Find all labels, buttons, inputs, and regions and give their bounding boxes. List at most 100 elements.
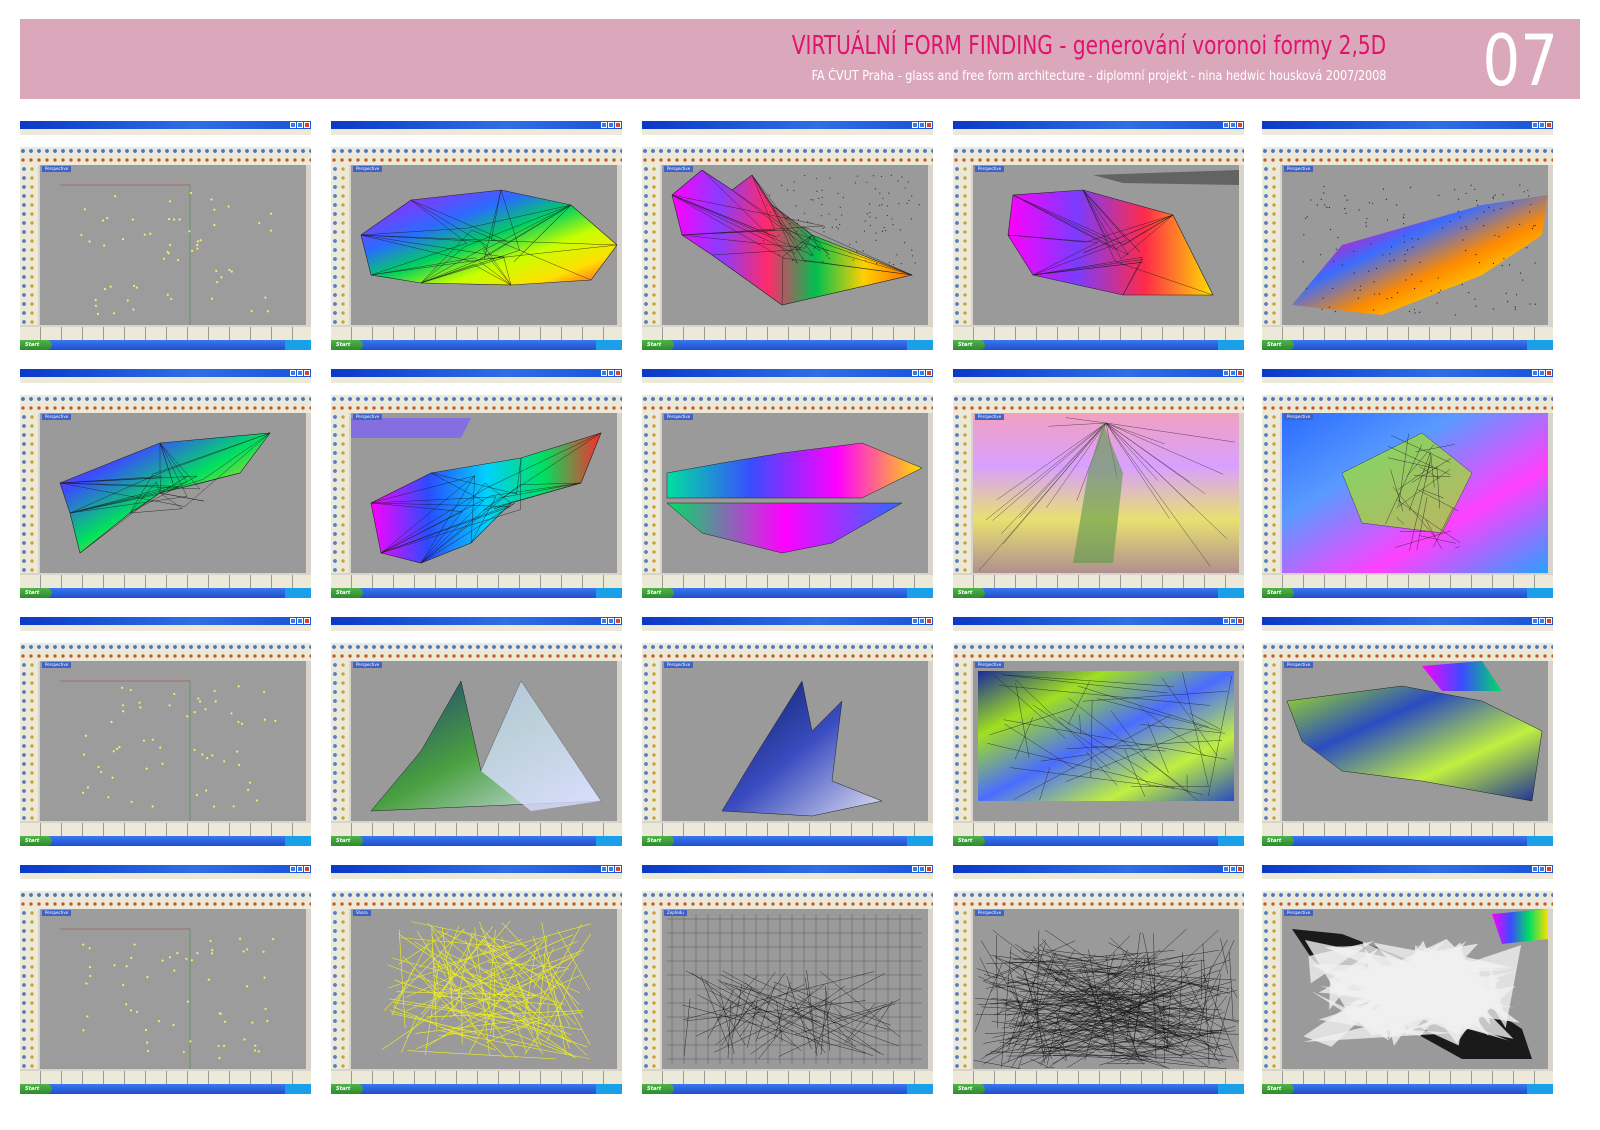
toolbar-icons bbox=[642, 147, 933, 165]
maximize-icon bbox=[919, 122, 925, 128]
start-button: Start bbox=[20, 340, 52, 350]
viewport: Perspective bbox=[973, 661, 1239, 821]
maximize-icon bbox=[919, 866, 925, 872]
maximize-icon bbox=[608, 866, 614, 872]
rhino-screenshot: Perspective Start bbox=[642, 121, 933, 350]
side-toolbar-icons bbox=[1262, 165, 1280, 325]
close-icon bbox=[615, 370, 621, 376]
window-controls bbox=[1223, 122, 1243, 128]
system-tray bbox=[1527, 836, 1553, 846]
taskbar: Start bbox=[953, 836, 1244, 846]
viewport-model bbox=[40, 661, 306, 821]
window-controls bbox=[1532, 618, 1552, 624]
status-bar bbox=[642, 1071, 933, 1084]
viewport-model bbox=[351, 418, 602, 564]
minimize-icon bbox=[912, 866, 918, 872]
maximize-icon bbox=[919, 618, 925, 624]
window-controls bbox=[601, 866, 621, 872]
viewport: Perspective bbox=[1282, 909, 1548, 1069]
taskbar: Start bbox=[1262, 1084, 1553, 1094]
start-button: Start bbox=[642, 340, 674, 350]
viewport: Perspective bbox=[351, 165, 617, 325]
start-button: Start bbox=[1262, 836, 1294, 846]
maximize-icon bbox=[297, 122, 303, 128]
system-tray bbox=[285, 836, 311, 846]
viewport-label: Perspective bbox=[42, 414, 72, 420]
viewport-model bbox=[973, 928, 1239, 1069]
viewport: Perspective bbox=[973, 413, 1239, 573]
screenshot-grid: Perspective Start Perspective Start Pers… bbox=[20, 121, 1580, 1114]
window-titlebar bbox=[642, 369, 933, 377]
window-controls bbox=[1223, 866, 1243, 872]
window-controls bbox=[912, 866, 932, 872]
minimize-icon bbox=[1532, 618, 1538, 624]
rhino-screenshot: Zepředu Start bbox=[642, 865, 933, 1094]
status-bar bbox=[1262, 823, 1553, 836]
viewport-model bbox=[671, 169, 920, 306]
viewport-label: Perspective bbox=[664, 414, 694, 420]
window-titlebar bbox=[953, 369, 1244, 377]
close-icon bbox=[615, 122, 621, 128]
taskbar: Start bbox=[642, 1084, 933, 1094]
viewport: Perspective bbox=[662, 413, 928, 573]
system-tray bbox=[285, 588, 311, 598]
viewport: Perspective bbox=[1282, 165, 1548, 325]
viewport: Perspective bbox=[351, 413, 617, 573]
system-tray bbox=[1527, 340, 1553, 350]
side-toolbar-icons bbox=[642, 413, 660, 573]
window-controls bbox=[912, 122, 932, 128]
status-bar bbox=[953, 575, 1244, 588]
maximize-icon bbox=[1230, 866, 1236, 872]
toolbar-icons bbox=[331, 395, 622, 413]
toolbar-icons bbox=[1262, 643, 1553, 661]
status-bar bbox=[331, 327, 622, 340]
rhino-screenshot: Perspective Start bbox=[1262, 617, 1553, 846]
window-titlebar bbox=[642, 121, 933, 129]
system-tray bbox=[1527, 588, 1553, 598]
toolbar-icons bbox=[331, 147, 622, 165]
poster-subtitle: FA ČVUT Praha - glass and free form arch… bbox=[811, 69, 1386, 84]
close-icon bbox=[304, 122, 310, 128]
viewport-label: Perspective bbox=[353, 166, 383, 172]
viewport: Zepředu bbox=[662, 909, 928, 1069]
rhino-screenshot: Perspective Start bbox=[20, 865, 311, 1094]
close-icon bbox=[1237, 122, 1243, 128]
taskbar: Start bbox=[331, 1084, 622, 1094]
viewport-model bbox=[973, 413, 1239, 573]
rhino-screenshot: Perspective Start bbox=[642, 369, 933, 598]
minimize-icon bbox=[1223, 122, 1229, 128]
start-button: Start bbox=[953, 340, 985, 350]
viewport-model bbox=[666, 442, 923, 554]
rhino-screenshot: Perspective Start bbox=[331, 617, 622, 846]
status-bar bbox=[1262, 1071, 1553, 1084]
rhino-screenshot: Perspective Start bbox=[1262, 865, 1553, 1094]
start-button: Start bbox=[331, 1084, 363, 1094]
window-titlebar bbox=[1262, 121, 1553, 129]
start-button: Start bbox=[331, 588, 363, 598]
start-button: Start bbox=[20, 588, 52, 598]
start-button: Start bbox=[1262, 588, 1294, 598]
minimize-icon bbox=[1223, 370, 1229, 376]
rhino-screenshot: Perspective Start bbox=[1262, 121, 1553, 350]
close-icon bbox=[304, 370, 310, 376]
taskbar: Start bbox=[1262, 836, 1553, 846]
minimize-icon bbox=[1532, 370, 1538, 376]
status-bar bbox=[1262, 575, 1553, 588]
side-toolbar-icons bbox=[642, 909, 660, 1069]
taskbar: Start bbox=[1262, 588, 1553, 598]
taskbar: Start bbox=[331, 340, 622, 350]
poster-title: VIRTUÁLNÍ FORM FINDING - generování voro… bbox=[791, 31, 1386, 61]
side-toolbar-icons bbox=[1262, 413, 1280, 573]
rhino-screenshot: Perspective Start bbox=[1262, 369, 1553, 598]
side-toolbar-icons bbox=[953, 165, 971, 325]
viewport: Perspective bbox=[1282, 661, 1548, 821]
window-controls bbox=[601, 370, 621, 376]
window-titlebar bbox=[1262, 369, 1553, 377]
window-titlebar bbox=[20, 369, 311, 377]
window-controls bbox=[1532, 866, 1552, 872]
close-icon bbox=[1546, 122, 1552, 128]
taskbar: Start bbox=[331, 836, 622, 846]
toolbar-icons bbox=[20, 643, 311, 661]
close-icon bbox=[1237, 866, 1243, 872]
viewport-model bbox=[1292, 184, 1548, 316]
